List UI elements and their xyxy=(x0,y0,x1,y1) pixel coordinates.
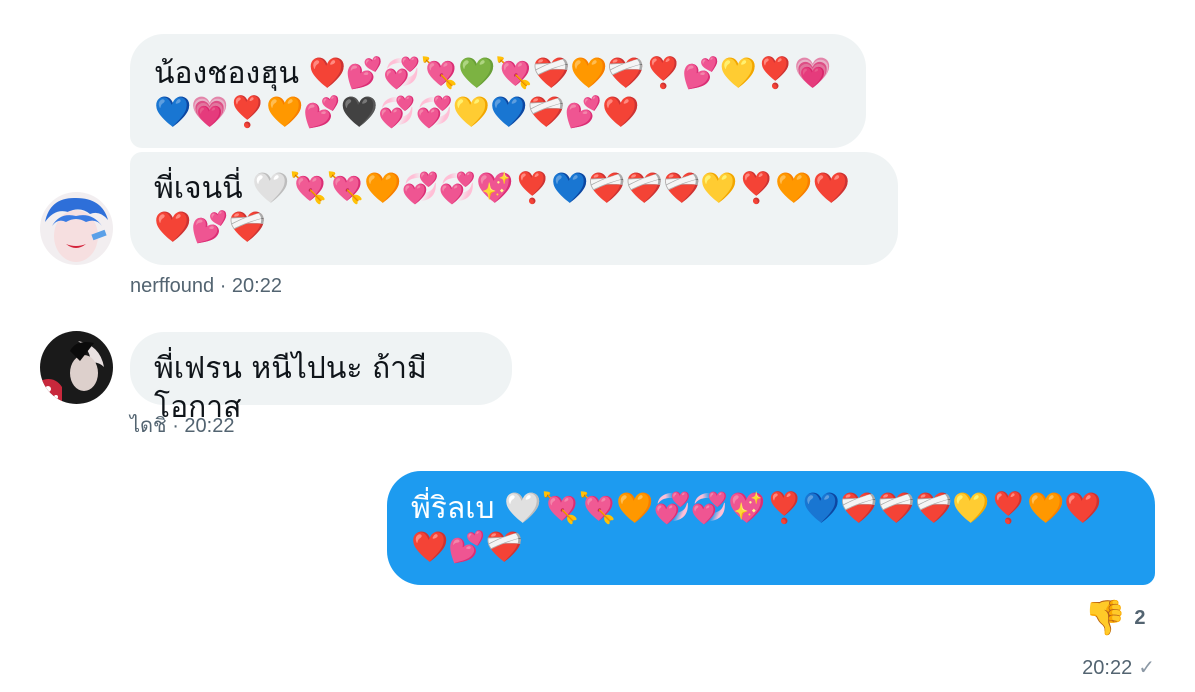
check-icon: ✓ xyxy=(1138,657,1155,679)
thumbs-down-icon: 👎 xyxy=(1084,598,1127,638)
message-meta: ไดชิ · 20:22 xyxy=(130,414,234,438)
avatar-image xyxy=(40,192,113,265)
message-time: · 20:22 xyxy=(219,275,282,297)
message-meta-outgoing: 20:22 ✓ xyxy=(1082,656,1155,680)
message-text: พี่เจนนี่ 🤍💘💘🧡💞💞💖❣️💙❤️‍🩹❤️‍🩹❤️‍🩹💛❣️🧡❤️❤️… xyxy=(154,171,850,245)
reaction-count: 2 xyxy=(1134,606,1146,629)
avatar-daichi[interactable] xyxy=(40,331,113,404)
reaction-badge[interactable]: 👎 2 xyxy=(1084,598,1145,638)
message-text: พี่ริลเบ 🤍💘💘🧡💞💞💖❣️💙❤️‍🩹❤️‍🩹❤️‍🩹💛❣️🧡❤️❤️💕… xyxy=(411,491,1102,565)
message-bubble-2[interactable]: พี่เจนนี่ 🤍💘💘🧡💞💞💖❣️💙❤️‍🩹❤️‍🩹❤️‍🩹💛❣️🧡❤️❤️… xyxy=(130,152,898,265)
message-text: น้องชองฮุน ❤️💕💞💘💚💘❤️‍🩹🧡❤️‍🩹❣️💕💛❣️💗💙💗❣️🧡💕… xyxy=(154,56,832,130)
avatar-image xyxy=(40,331,113,404)
message-bubble-1[interactable]: น้องชองฮุน ❤️💕💞💘💚💘❤️‍🩹🧡❤️‍🩹❣️💕💛❣️💗💙💗❣️🧡💕… xyxy=(130,34,866,148)
sender-name[interactable]: ไดชิ xyxy=(130,415,167,437)
avatar-nerffound[interactable] xyxy=(40,192,113,265)
sender-name[interactable]: nerffound xyxy=(130,275,214,297)
message-time: · 20:22 xyxy=(172,415,235,437)
message-time: 20:22 xyxy=(1082,657,1133,679)
message-bubble-3[interactable]: พี่เฟรน หนีไปนะ ถ้ามีโอกาส xyxy=(130,332,512,425)
message-bubble-outgoing[interactable]: พี่ริลเบ 🤍💘💘🧡💞💞💖❣️💙❤️‍🩹❤️‍🩹❤️‍🩹💛❣️🧡❤️❤️💕… xyxy=(387,471,1155,585)
message-meta: nerffound · 20:22 xyxy=(130,274,282,298)
